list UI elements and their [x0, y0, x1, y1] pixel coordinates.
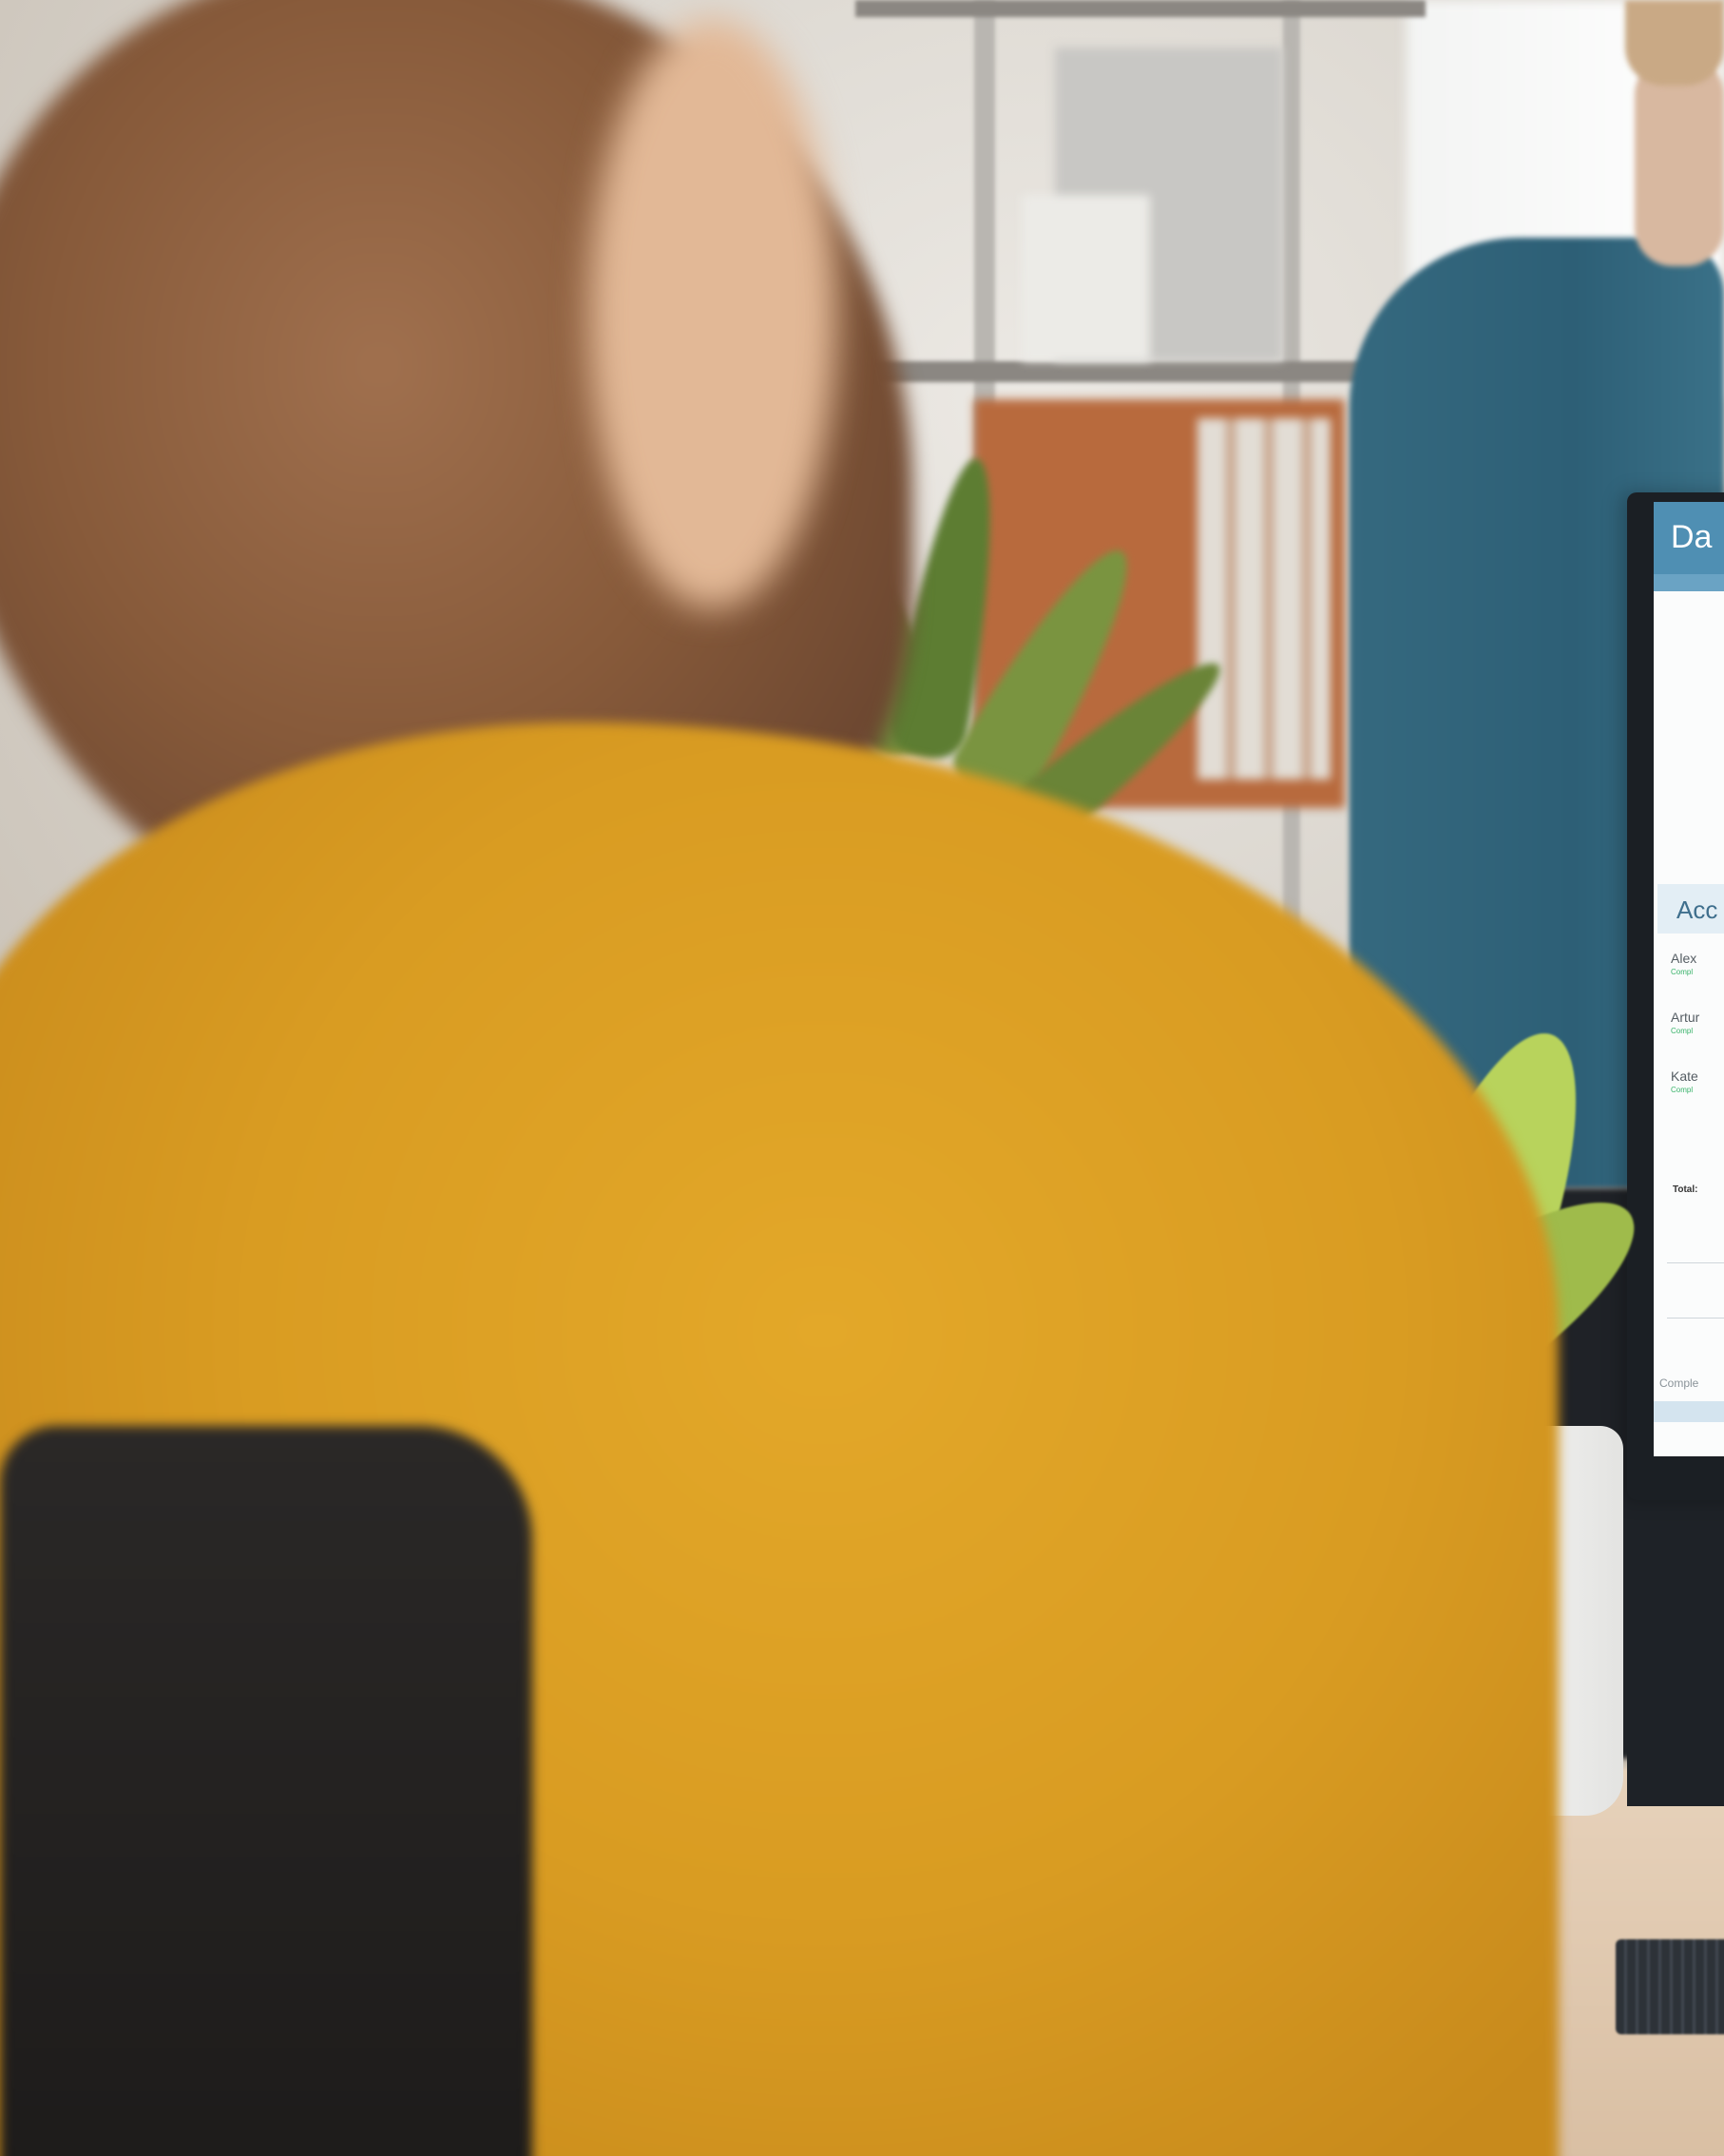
- dashboard-subheader: [1654, 574, 1724, 591]
- office-photo: Da Acc Alex Compl Artur Compl Kate Compl…: [0, 0, 1724, 2156]
- shelf-board: [855, 0, 1426, 17]
- progress-bar: [1654, 1401, 1724, 1422]
- box-on-shelf: [1022, 195, 1150, 361]
- keyboard: [1616, 1939, 1724, 2034]
- row-name: Artur: [1671, 1010, 1700, 1025]
- row-status: Compl: [1671, 1027, 1694, 1035]
- divider: [1667, 1262, 1724, 1263]
- office-chair: [0, 1426, 532, 2156]
- binders-on-shelf: [1197, 418, 1331, 780]
- monitor-screen: Da Acc Alex Compl Artur Compl Kate Compl…: [1654, 502, 1724, 1456]
- row-name: Alex: [1671, 951, 1697, 966]
- row-status: Compl: [1671, 968, 1694, 976]
- row-name: Kate: [1671, 1068, 1698, 1084]
- monitor-stand: [1627, 1483, 1724, 1806]
- footer-label: Comple: [1659, 1376, 1699, 1390]
- background-person-neck: [1635, 57, 1724, 266]
- dashboard-title: Da: [1671, 519, 1713, 555]
- row-status: Compl: [1671, 1086, 1694, 1094]
- background-person-hair: [1625, 0, 1724, 86]
- shelf-board: [855, 361, 1426, 382]
- divider: [1667, 1318, 1724, 1319]
- panel-title: Acc: [1676, 895, 1718, 924]
- total-label: Total:: [1673, 1184, 1698, 1195]
- woman-skin: [589, 19, 836, 608]
